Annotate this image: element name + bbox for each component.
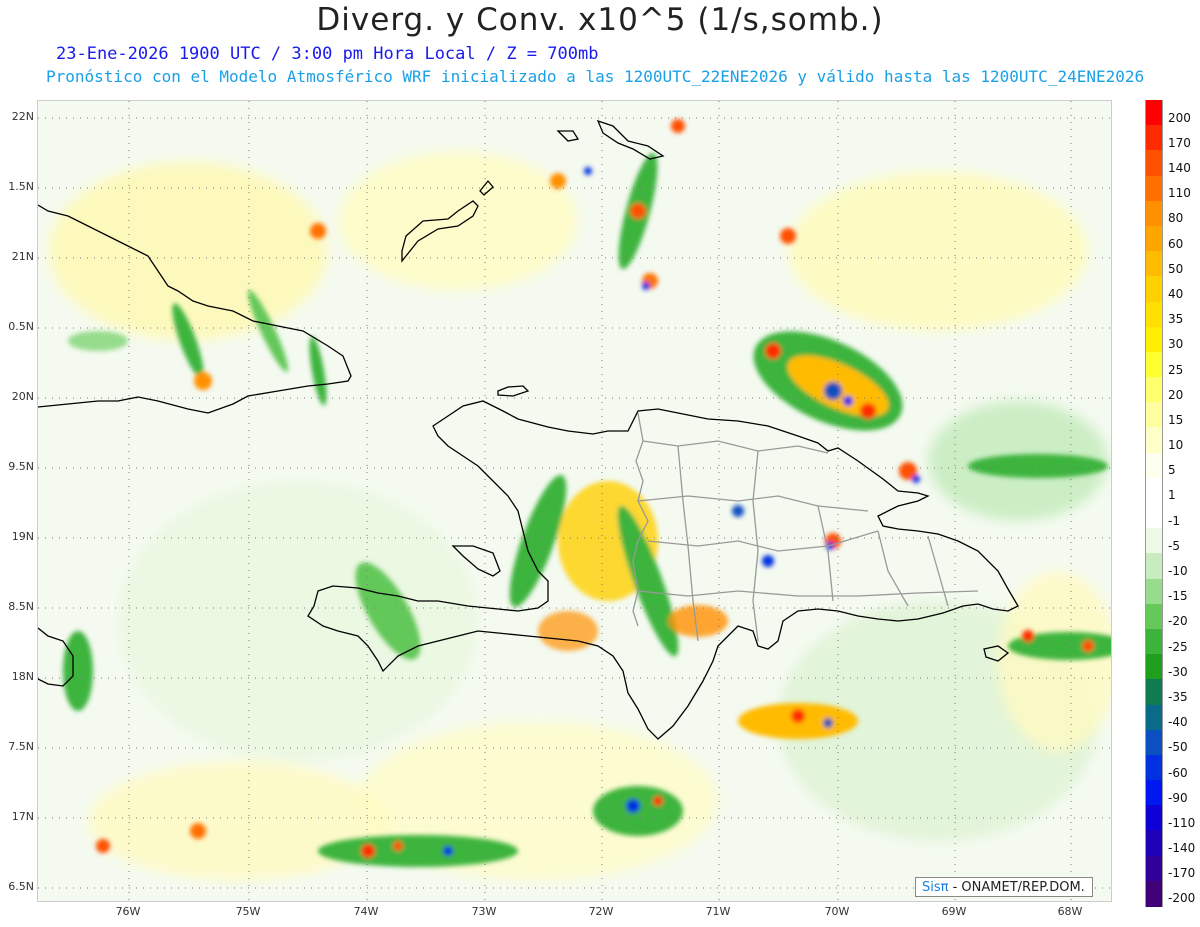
lon-label: 70W [824,905,850,918]
colorbar-label: -110 [1168,815,1196,830]
colorbar-segment [1145,855,1163,882]
colorbar-label: 1 [1168,488,1176,503]
colorbar-segment [1145,427,1163,454]
colorbar-segment [1145,100,1163,126]
lon-label: 73W [471,905,497,918]
colorbar-label: 80 [1168,211,1184,226]
colorbar-segment [1145,729,1163,756]
colorbar-label: -200 [1168,891,1196,906]
colorbar-label: -35 [1168,689,1188,704]
colorbar-label: -5 [1168,538,1180,553]
colorbar-label: 30 [1168,337,1184,352]
colorbar-segment [1145,830,1163,857]
colorbar-label: -170 [1168,866,1196,881]
map-panel [37,100,1112,902]
lon-label: 75W [235,905,261,918]
colorbar-segment [1145,276,1163,302]
lat-label: 22N [11,110,34,123]
colorbar-label: -10 [1168,564,1188,578]
colorbar-segment [1145,477,1163,504]
colorbar-label: 200 [1168,110,1191,125]
colorbar-label: -25 [1168,639,1188,654]
colorbar-segment [1145,578,1163,605]
model-info-line: Pronóstico con el Modelo Atmosférico WRF… [46,67,1145,86]
colorbar-label: -50 [1168,740,1188,755]
colorbar-label: 5 [1168,463,1176,478]
lat-label: 0.5N [8,320,34,333]
lat-label: 7.5N [8,740,34,753]
colorbar-segment [1145,377,1163,403]
lat-label: 6.5N [8,880,34,893]
lon-label: 69W [941,905,967,918]
colorbar-segment [1145,553,1163,580]
lat-label: 8.5N [8,600,34,613]
colorbar-label: 10 [1168,438,1184,453]
colorbar-segment [1145,351,1163,378]
colorbar-label: 25 [1168,362,1184,377]
colorbar-label: 110 [1168,186,1191,201]
colorbar-label: 20 [1168,387,1184,402]
colorbar-label: -20 [1168,614,1188,629]
lat-label: 17N [11,810,34,823]
colorbar-segment [1145,704,1163,731]
colorbar-label: -90 [1168,790,1188,805]
colorbar-label: -140 [1168,841,1196,856]
colorbar-label: 35 [1168,312,1184,327]
colorbar-segment [1145,402,1163,428]
colorbar-segment [1145,880,1163,907]
colorbar-label: 50 [1168,261,1184,276]
colorbar-segment [1145,654,1163,680]
colorbar-label: 40 [1168,286,1184,301]
lon-label: 72W [588,905,614,918]
colorbar-label: 60 [1168,236,1184,251]
colorbar-label: 15 [1168,412,1184,427]
lat-label: 9.5N [8,460,34,473]
colorbar-segment [1145,628,1163,655]
colorbar-label: -1 [1168,513,1180,528]
divergence-map [38,101,1111,901]
lat-label: 21N [11,250,34,263]
colorbar-label: 170 [1168,135,1191,150]
colorbar-segment [1145,805,1163,831]
credit-brand: Sisπ [922,880,949,895]
lon-label: 76W [115,905,141,918]
colorbar-segment [1145,225,1163,252]
colorbar-label: 140 [1168,161,1191,175]
colorbar-segment [1145,780,1163,806]
colorbar-segment [1145,301,1163,328]
lon-label: 74W [353,905,379,918]
colorbar-segment [1145,503,1163,529]
lat-label: 19N [11,530,34,543]
colorbar-segment [1145,754,1163,781]
colorbar-segment [1145,175,1163,202]
colorbar-label: -30 [1168,664,1188,679]
valid-time-line: 23-Ene-2026 1900 UTC / 3:00 pm Hora Loca… [56,44,599,64]
colorbar-segment [1145,452,1163,479]
lon-label: 68W [1057,905,1083,918]
colorbar-label: -15 [1168,589,1188,604]
colorbar-label: -60 [1168,765,1188,780]
colorbar-segment [1145,603,1163,630]
colorbar-label: -40 [1168,715,1188,730]
lon-label: 71W [705,905,731,918]
lat-label: 1.5N [8,180,34,193]
colorbar-segment [1145,150,1163,177]
colorbar-segment [1145,528,1163,554]
credit-box: Sisπ - ONAMET/REP.DOM. [915,877,1093,897]
lat-label: 20N [11,390,34,403]
credit-text: - ONAMET/REP.DOM. [948,880,1085,895]
colorbar-segment [1145,200,1163,227]
colorbar-segment [1145,679,1163,705]
lat-label: 18N [11,670,34,683]
colorbar-segment [1145,251,1163,277]
colorbar-segment [1145,326,1163,353]
colorbar-segment [1145,125,1163,151]
map-title: Diverg. y Conv. x10^5 (1/s,somb.) [316,2,884,38]
